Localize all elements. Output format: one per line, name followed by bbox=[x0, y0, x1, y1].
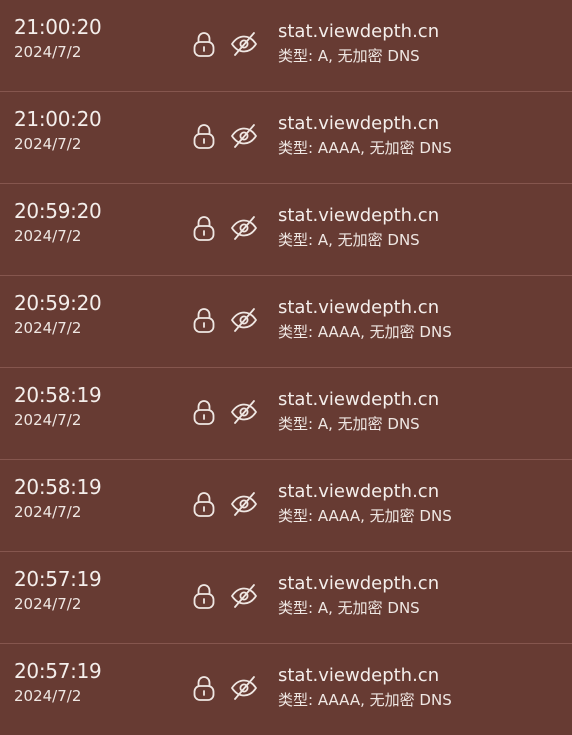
eye-slash-icon[interactable] bbox=[230, 307, 258, 333]
entry-query-info: 类型: AAAA, 无加密 DNS bbox=[278, 139, 452, 157]
eye-slash-icon[interactable] bbox=[230, 215, 258, 241]
entry-date: 2024/7/2 bbox=[14, 595, 82, 613]
entry-date: 2024/7/2 bbox=[14, 135, 82, 153]
entry-date: 2024/7/2 bbox=[14, 227, 82, 245]
entry-time: 20:58:19 bbox=[14, 475, 102, 499]
lock-icon[interactable] bbox=[192, 122, 216, 150]
log-entry-row[interactable]: 20:57:19 2024/7/2 stat.viewdepth.cn 类型: … bbox=[0, 552, 572, 644]
entry-date: 2024/7/2 bbox=[14, 319, 82, 337]
entry-date: 2024/7/2 bbox=[14, 687, 82, 705]
entry-domain: stat.viewdepth.cn bbox=[278, 205, 440, 226]
entry-time: 20:58:19 bbox=[14, 383, 102, 407]
log-entry-row[interactable]: 20:57:19 2024/7/2 stat.viewdepth.cn 类型: … bbox=[0, 644, 572, 735]
entry-time: 20:59:20 bbox=[14, 291, 102, 315]
eye-slash-icon[interactable] bbox=[230, 675, 258, 701]
lock-icon[interactable] bbox=[192, 490, 216, 518]
log-entry-row[interactable]: 21:00:20 2024/7/2 stat.viewdepth.cn 类型: … bbox=[0, 92, 572, 184]
lock-icon[interactable] bbox=[192, 674, 216, 702]
entry-query-info: 类型: A, 无加密 DNS bbox=[278, 231, 420, 249]
entry-time: 20:57:19 bbox=[14, 659, 102, 683]
entry-time: 21:00:20 bbox=[14, 107, 102, 131]
log-entry-row[interactable]: 20:58:19 2024/7/2 stat.viewdepth.cn 类型: … bbox=[0, 368, 572, 460]
entry-date: 2024/7/2 bbox=[14, 411, 82, 429]
entry-query-info: 类型: A, 无加密 DNS bbox=[278, 47, 420, 65]
entry-time: 21:00:20 bbox=[14, 15, 102, 39]
entry-query-info: 类型: AAAA, 无加密 DNS bbox=[278, 691, 452, 709]
entry-domain: stat.viewdepth.cn bbox=[278, 113, 440, 134]
log-entry-row[interactable]: 20:59:20 2024/7/2 stat.viewdepth.cn 类型: … bbox=[0, 184, 572, 276]
entry-domain: stat.viewdepth.cn bbox=[278, 297, 440, 318]
entry-query-info: 类型: A, 无加密 DNS bbox=[278, 599, 420, 617]
lock-icon[interactable] bbox=[192, 306, 216, 334]
entry-query-info: 类型: AAAA, 无加密 DNS bbox=[278, 323, 452, 341]
entry-domain: stat.viewdepth.cn bbox=[278, 481, 440, 502]
entry-domain: stat.viewdepth.cn bbox=[278, 665, 440, 686]
lock-icon[interactable] bbox=[192, 214, 216, 242]
dns-query-log-list: 21:00:20 2024/7/2 stat.viewdepth.cn 类型: … bbox=[0, 0, 572, 735]
eye-slash-icon[interactable] bbox=[230, 123, 258, 149]
eye-slash-icon[interactable] bbox=[230, 31, 258, 57]
log-entry-row[interactable]: 21:00:20 2024/7/2 stat.viewdepth.cn 类型: … bbox=[0, 0, 572, 92]
entry-domain: stat.viewdepth.cn bbox=[278, 573, 440, 594]
entry-domain: stat.viewdepth.cn bbox=[278, 389, 440, 410]
eye-slash-icon[interactable] bbox=[230, 399, 258, 425]
entry-query-info: 类型: AAAA, 无加密 DNS bbox=[278, 507, 452, 525]
eye-slash-icon[interactable] bbox=[230, 583, 258, 609]
entry-date: 2024/7/2 bbox=[14, 503, 82, 521]
lock-icon[interactable] bbox=[192, 30, 216, 58]
entry-domain: stat.viewdepth.cn bbox=[278, 21, 440, 42]
eye-slash-icon[interactable] bbox=[230, 491, 258, 517]
log-entry-row[interactable]: 20:59:20 2024/7/2 stat.viewdepth.cn 类型: … bbox=[0, 276, 572, 368]
entry-date: 2024/7/2 bbox=[14, 43, 82, 61]
entry-time: 20:59:20 bbox=[14, 199, 102, 223]
log-entry-row[interactable]: 20:58:19 2024/7/2 stat.viewdepth.cn 类型: … bbox=[0, 460, 572, 552]
entry-time: 20:57:19 bbox=[14, 567, 102, 591]
entry-query-info: 类型: A, 无加密 DNS bbox=[278, 415, 420, 433]
lock-icon[interactable] bbox=[192, 582, 216, 610]
lock-icon[interactable] bbox=[192, 398, 216, 426]
